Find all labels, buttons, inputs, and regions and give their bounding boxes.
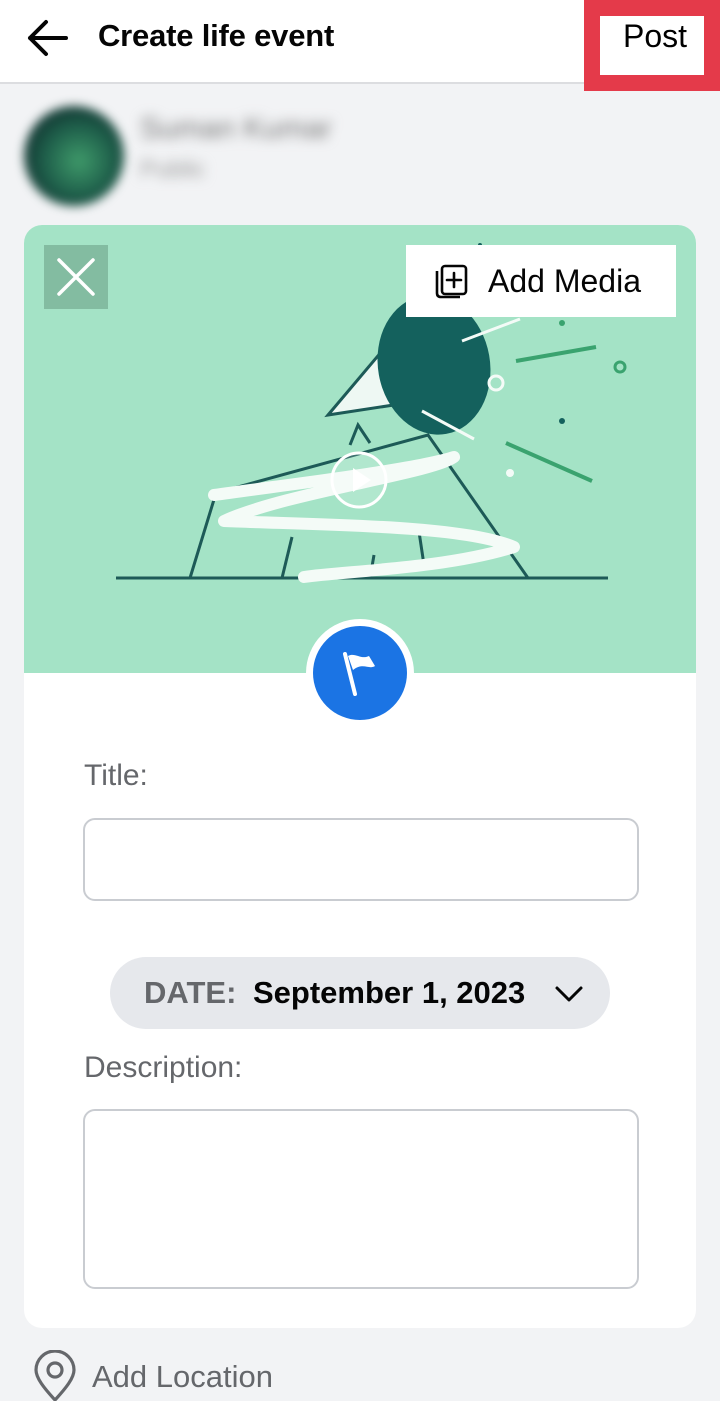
remove-media-button[interactable] xyxy=(44,245,108,309)
post-button-label: Post xyxy=(623,18,688,54)
title-label: Title: xyxy=(84,759,148,792)
back-button[interactable] xyxy=(22,16,72,60)
profile-row: Suman Kumar Public xyxy=(24,92,384,222)
add-media-button[interactable]: Add Media xyxy=(406,245,676,317)
arrow-left-icon xyxy=(28,20,68,56)
add-location-label: Add Location xyxy=(92,1359,273,1394)
life-event-card: Add Media Title: DATE: September 1, 2023… xyxy=(24,225,696,1328)
top-app-bar: Create life event Post xyxy=(0,0,720,91)
date-value: September 1, 2023 xyxy=(253,975,526,1010)
date-picker[interactable]: DATE: September 1, 2023 xyxy=(110,957,610,1029)
event-media-banner: Add Media xyxy=(24,225,696,673)
location-pin-icon xyxy=(34,1350,76,1401)
chevron-down-icon xyxy=(555,986,583,1002)
post-button[interactable]: Post xyxy=(584,0,720,91)
close-icon xyxy=(57,258,95,296)
life-event-type-badge xyxy=(306,619,414,727)
add-location-button[interactable]: Add Location xyxy=(32,1350,352,1401)
avatar xyxy=(24,106,124,206)
date-prefix: DATE: xyxy=(144,975,237,1010)
profile-name: Suman Kumar xyxy=(140,112,332,145)
description-label: Description: xyxy=(84,1051,243,1084)
page-title: Create life event xyxy=(98,18,335,53)
audience-selector[interactable]: Public xyxy=(140,156,205,184)
description-input[interactable] xyxy=(83,1109,639,1289)
flag-icon xyxy=(343,652,375,696)
add-media-label: Add Media xyxy=(488,262,641,299)
add-media-icon xyxy=(435,264,468,299)
play-icon[interactable] xyxy=(330,451,388,509)
title-input[interactable] xyxy=(83,818,639,901)
